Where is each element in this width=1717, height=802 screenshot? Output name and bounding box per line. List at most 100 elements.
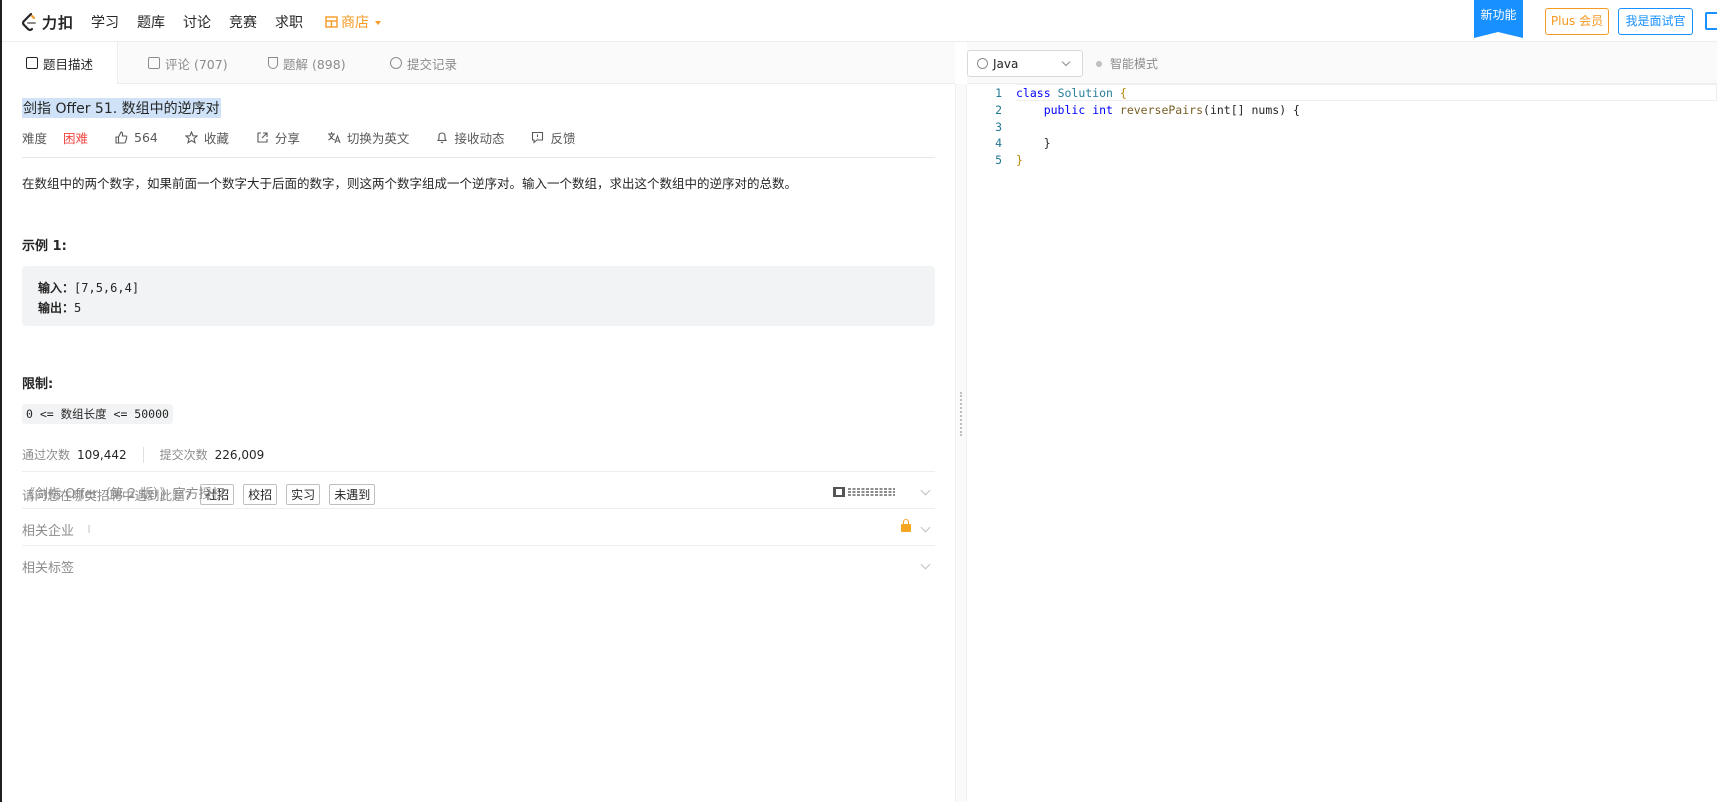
example-input-value: [7,5,6,4]	[74, 281, 140, 295]
companies-section[interactable]: 相关企业	[22, 508, 935, 549]
submissions-count: 226,009	[214, 447, 265, 462]
favorite-label: 收藏	[203, 131, 229, 146]
stats-separator	[142, 446, 144, 463]
code-editor[interactable]: 1 class Solution { 2 public int reversePa…	[967, 84, 1717, 802]
chevron-down-icon	[920, 559, 931, 570]
tags-section[interactable]: 相关标签	[22, 545, 935, 586]
nav-shop-label: 商店	[341, 15, 369, 31]
nav-jobs[interactable]: 求职	[275, 12, 303, 32]
logo[interactable]: 力扣	[20, 11, 74, 33]
limit-title: 限制:	[22, 377, 54, 392]
chevron-down-icon	[920, 522, 931, 533]
window-edge	[0, 0, 2, 802]
line-number: 5	[995, 153, 1002, 167]
code-line-5: 5}	[967, 151, 1023, 169]
pane-splitter[interactable]	[955, 84, 967, 802]
nav-shop[interactable]: 商店	[325, 12, 381, 32]
share-button[interactable]: 分享	[256, 128, 300, 147]
smart-mode-toggle[interactable]: 智能模式	[1096, 55, 1158, 72]
translate-icon	[327, 132, 341, 144]
interviewer-button[interactable]: 我是面试官	[1618, 8, 1693, 35]
submissions-label: 提交次数	[159, 448, 208, 462]
device-icon[interactable]	[1705, 12, 1717, 30]
tab-comments[interactable]: 评论 (707)	[148, 42, 228, 84]
caret-down-icon	[375, 21, 381, 25]
store-icon	[325, 16, 338, 28]
like-button[interactable]: 564	[115, 130, 158, 145]
feedback-label: 反馈	[550, 131, 576, 146]
logo-text: 力扣	[42, 13, 75, 32]
problem-tabs: 题目描述 评论 (707) 题解 (898) 提交记录	[2, 42, 955, 84]
separator-mark	[88, 525, 91, 533]
example-title: 示例 1:	[22, 239, 67, 254]
like-count: 564	[134, 130, 158, 145]
thumbs-up-icon	[115, 131, 128, 144]
clock-icon	[390, 57, 402, 69]
problem-description: 在数组中的两个数字，如果前面一个数字大于后面的数字，则这两个数字组成一个逆序对。…	[22, 176, 798, 191]
code-token: {	[1119, 86, 1127, 100]
description-icon	[26, 57, 38, 69]
example-output-line: 输出：5	[38, 301, 82, 315]
chevron-down-icon	[920, 485, 931, 496]
tags-section-label: 相关标签	[22, 560, 75, 576]
example-input-label: 输入	[38, 281, 63, 295]
language-select[interactable]: Java	[967, 50, 1083, 77]
limit-value: 0 <= 数组长度 <= 50000	[22, 404, 173, 424]
code-token: int[] nums	[1209, 103, 1280, 117]
smart-mode-label: 智能模式	[1110, 57, 1159, 71]
book-section-label: 《剑指 Offer（第 2 版）》官方授权	[22, 486, 225, 502]
tab-solutions-label: 题解 (898)	[283, 56, 346, 72]
line-number: 1	[995, 86, 1002, 100]
code-token: int	[1092, 103, 1113, 117]
chevron-down-icon	[1061, 57, 1071, 67]
top-nav: 力扣 学习 题库 讨论 竞赛 求职 商店 新功能 Plus 会员 我是面试官	[2, 0, 1717, 42]
plus-membership-button[interactable]: Plus 会员	[1545, 8, 1609, 35]
line-number: 2	[995, 103, 1002, 117]
language-select-value: Java	[993, 56, 1019, 71]
code-token: reversePairs	[1119, 103, 1203, 117]
smart-mode-dot-icon	[1096, 60, 1102, 67]
editor-toolbar: Java 智能模式	[967, 42, 1717, 84]
nav-discuss[interactable]: 讨论	[183, 12, 211, 32]
code-token: }	[1016, 153, 1023, 167]
nav-problems[interactable]: 题库	[137, 12, 165, 32]
line-number: 4	[995, 136, 1002, 150]
comment-icon	[148, 57, 160, 69]
feedback-icon	[532, 131, 544, 144]
feedback-button[interactable]: 反馈	[531, 128, 575, 147]
divider	[22, 157, 935, 158]
book-section[interactable]: 《剑指 Offer（第 2 版）》官方授权	[22, 471, 935, 512]
tab-solutions[interactable]: 题解 (898)	[268, 42, 346, 84]
difficulty-value: 困难	[63, 131, 89, 146]
difficulty: 难度 困难	[22, 128, 88, 147]
new-feature-badge[interactable]: 新功能	[1474, 0, 1523, 38]
code-token: class	[1016, 86, 1051, 100]
nav-learn[interactable]: 学习	[91, 12, 119, 32]
nav-contest[interactable]: 竞赛	[229, 12, 257, 32]
accepted-label: 通过次数	[22, 448, 71, 462]
lock-icon	[901, 519, 911, 532]
info-icon	[977, 58, 988, 69]
flask-icon	[268, 57, 278, 69]
code-token: }	[1043, 136, 1051, 150]
star-icon	[184, 131, 198, 144]
share-label: 分享	[274, 131, 300, 146]
switch-language-button[interactable]: 切换为英文	[327, 128, 410, 147]
problem-meta: 难度 困难 564 收藏 分享 切换为英文 接收动态 反馈	[22, 128, 602, 147]
accepted-count: 109,442	[77, 447, 127, 462]
submission-stats: 通过次数 109,442 提交次数 226,009	[22, 446, 264, 463]
subscribe-label: 接收动态	[454, 131, 505, 146]
switch-language-label: 切换为英文	[346, 131, 410, 146]
tab-description[interactable]: 题目描述	[2, 42, 119, 84]
code-line-1: 1 class Solution {	[967, 84, 1127, 102]
favorite-button[interactable]: 收藏	[184, 128, 229, 147]
code-token: Solution	[1057, 86, 1113, 100]
example-output-value: 5	[74, 301, 82, 315]
problem-title: 剑指 Offer 51. 数组中的逆序对	[22, 98, 221, 118]
tab-submissions[interactable]: 提交记录	[390, 42, 457, 84]
bell-icon	[437, 132, 448, 144]
example-input-line: 输入：[7,5,6,4]	[38, 281, 140, 295]
leetcode-logo-icon	[21, 12, 36, 32]
subscribe-button[interactable]: 接收动态	[436, 128, 504, 147]
tab-comments-label: 评论 (707)	[165, 56, 228, 72]
